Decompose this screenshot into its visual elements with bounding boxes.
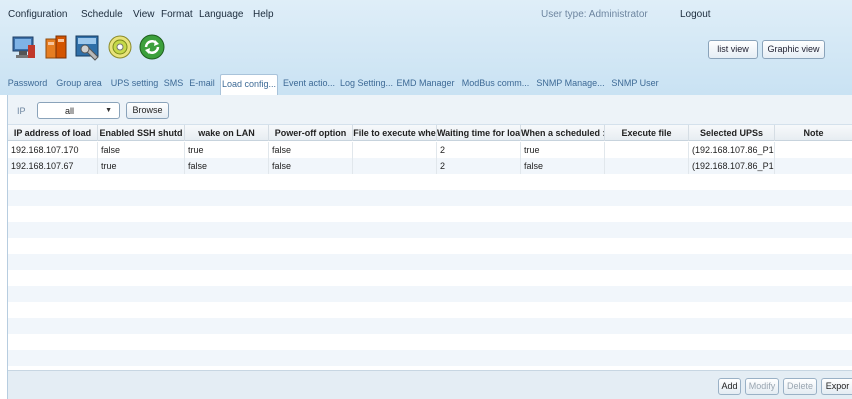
- modify-button[interactable]: Modify: [745, 378, 779, 395]
- delete-button[interactable]: Delete: [783, 378, 817, 395]
- load-table: IP address of load Enabled SSH shutd wak…: [8, 125, 852, 370]
- table-cell: 2: [437, 142, 521, 158]
- ip-filter-label: IP: [17, 106, 26, 116]
- menu-language[interactable]: Language: [199, 9, 244, 20]
- add-button[interactable]: Add: [718, 378, 741, 395]
- empty-row: [8, 302, 852, 318]
- tab-event-action[interactable]: Event actio...: [282, 74, 336, 95]
- table-cell: true: [521, 142, 605, 158]
- column-header[interactable]: File to execute whe: [353, 125, 437, 141]
- table-row[interactable]: 192.168.107.67 true false false 2 false …: [8, 158, 852, 174]
- menu-help[interactable]: Help: [253, 9, 274, 20]
- empty-row: [8, 286, 852, 302]
- column-header[interactable]: Waiting time for loa: [437, 125, 521, 141]
- menu-configuration[interactable]: Configuration: [8, 9, 67, 20]
- action-bar: Add Modify Delete Expor: [8, 370, 852, 399]
- table-cell: false: [269, 158, 353, 174]
- table-cell: false: [185, 158, 269, 174]
- table-cell: [605, 142, 689, 158]
- settings-tool-icon[interactable]: [74, 33, 102, 61]
- table-cell: false: [269, 142, 353, 158]
- empty-row: [8, 206, 852, 222]
- empty-row: [8, 270, 852, 286]
- browse-button[interactable]: Browse: [126, 102, 169, 119]
- tab-log-setting[interactable]: Log Setting...: [339, 74, 394, 95]
- tab-password[interactable]: Password: [4, 74, 51, 95]
- graphic-view-button[interactable]: Graphic view: [762, 40, 825, 59]
- tab-ups-setting[interactable]: UPS setting: [107, 74, 162, 95]
- disc-icon[interactable]: [106, 33, 134, 61]
- app-header: Configuration Schedule View Format Langu…: [0, 0, 852, 95]
- table-cell: 192.168.107.67: [8, 158, 98, 174]
- empty-row: [8, 174, 852, 190]
- empty-row: [8, 190, 852, 206]
- empty-row: [8, 238, 852, 254]
- table-header: IP address of load Enabled SSH shutd wak…: [8, 125, 852, 141]
- table-cell: [353, 142, 437, 158]
- column-header[interactable]: Execute file: [605, 125, 689, 141]
- tab-snmp-manager[interactable]: SNMP Manage...: [535, 74, 606, 95]
- empty-row: [8, 350, 852, 366]
- list-view-button[interactable]: list view: [708, 40, 758, 59]
- column-header[interactable]: Selected UPSs: [689, 125, 775, 141]
- table-cell: true: [98, 158, 185, 174]
- load-config-panel: IP all ▼ Browse IP address of load Enabl…: [7, 95, 852, 399]
- column-header[interactable]: Note: [775, 125, 852, 141]
- empty-row: [8, 334, 852, 350]
- column-header[interactable]: Power-off option: [269, 125, 353, 141]
- table-cell: [775, 158, 852, 174]
- empty-row: [8, 222, 852, 238]
- tab-sms[interactable]: SMS: [163, 74, 184, 95]
- menu-format[interactable]: Format: [161, 9, 193, 20]
- menu-schedule[interactable]: Schedule: [81, 9, 123, 20]
- ups-icon[interactable]: [42, 33, 70, 61]
- export-button[interactable]: Expor: [821, 378, 852, 395]
- table-row[interactable]: 192.168.107.170 false true false 2 true …: [8, 142, 852, 158]
- table-cell: 2: [437, 158, 521, 174]
- tab-email[interactable]: E-mail: [186, 74, 218, 95]
- table-cell: [605, 158, 689, 174]
- table-cell: [353, 158, 437, 174]
- column-header[interactable]: wake on LAN: [185, 125, 269, 141]
- column-header[interactable]: Enabled SSH shutd: [98, 125, 185, 141]
- table-cell: [775, 142, 852, 158]
- menu-bar: Configuration Schedule View Format Langu…: [0, 0, 852, 24]
- tab-snmp-user[interactable]: SNMP User: [610, 74, 660, 95]
- column-header[interactable]: IP address of load: [8, 125, 98, 141]
- logout-link[interactable]: Logout: [680, 9, 711, 20]
- table-cell: (192.168.107.86_P1(: [689, 158, 775, 174]
- refresh-icon[interactable]: [138, 33, 166, 61]
- tab-emd-manager[interactable]: EMD Manager: [396, 74, 455, 95]
- tab-modbus-comm[interactable]: ModBus comm...: [460, 74, 531, 95]
- filter-bar: IP all ▼ Browse: [8, 95, 852, 125]
- tab-load-config[interactable]: Load config...: [220, 74, 278, 95]
- empty-row: [8, 318, 852, 334]
- table-cell: 192.168.107.170: [8, 142, 98, 158]
- ip-filter-value: all: [65, 106, 75, 116]
- menu-view[interactable]: View: [133, 9, 155, 20]
- tab-group-area[interactable]: Group area: [53, 74, 105, 95]
- table-cell: false: [98, 142, 185, 158]
- table-cell: false: [521, 158, 605, 174]
- table-cell: true: [185, 142, 269, 158]
- table-cell: (192.168.107.86_P1(: [689, 142, 775, 158]
- tab-bar: Password Group area UPS setting SMS E-ma…: [0, 71, 852, 95]
- ip-filter-select[interactable]: all ▼: [37, 102, 120, 119]
- empty-row: [8, 254, 852, 270]
- user-type-label: User type: Administrator: [541, 9, 648, 20]
- chevron-down-icon: ▼: [105, 107, 112, 114]
- monitor-icon[interactable]: [10, 33, 38, 61]
- column-header[interactable]: When a scheduled :: [521, 125, 605, 141]
